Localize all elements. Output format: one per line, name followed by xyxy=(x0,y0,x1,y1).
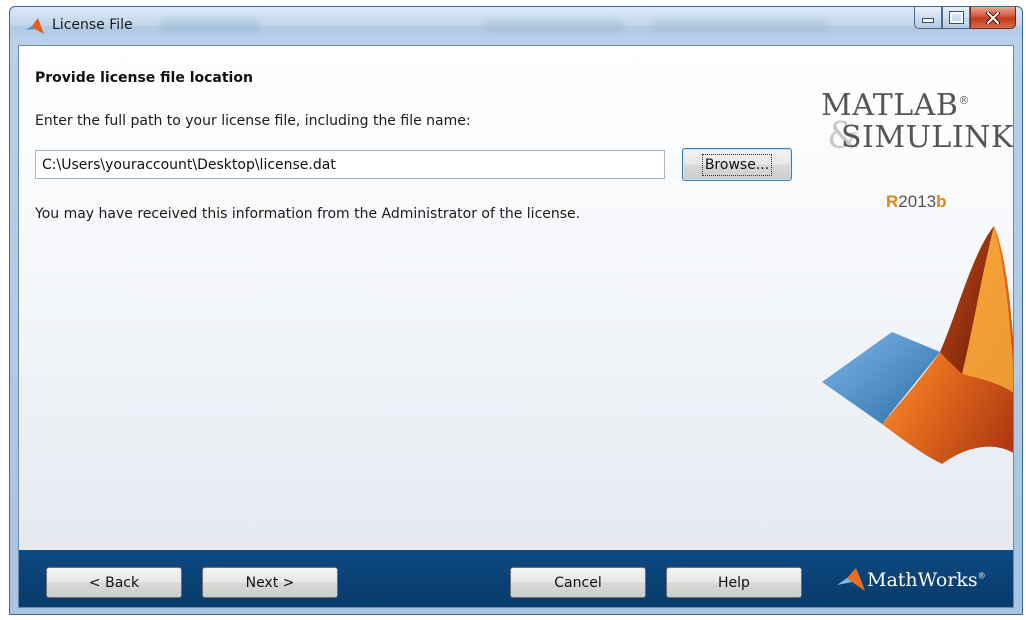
administrator-info-text: You may have received this information f… xyxy=(35,206,581,222)
minimize-icon xyxy=(922,18,934,23)
page-heading: Provide license file location xyxy=(35,70,253,86)
back-button[interactable]: < Back xyxy=(46,567,182,598)
close-button[interactable] xyxy=(970,7,1016,29)
close-icon xyxy=(986,11,1000,24)
instruction-label: Enter the full path to your license file… xyxy=(35,113,471,129)
blurred-background-text xyxy=(160,19,260,33)
blurred-background-text xyxy=(650,19,830,33)
window-controls xyxy=(914,7,1016,29)
back-button-label: < Back xyxy=(88,574,140,591)
dialog-content: Provide license file location Enter the … xyxy=(19,46,1013,550)
minimize-button[interactable] xyxy=(914,7,942,29)
help-button[interactable]: Help xyxy=(666,567,802,598)
license-path-input[interactable] xyxy=(35,150,665,179)
release-label: R2013b xyxy=(886,192,947,211)
matlab-membrane-logo xyxy=(822,226,1013,464)
browse-button[interactable]: Browse... xyxy=(682,148,792,181)
blurred-background-text xyxy=(485,19,625,33)
title-bar[interactable]: License File xyxy=(10,7,1022,45)
window-title: License File xyxy=(52,17,133,33)
mathworks-wordmark: MathWorks® xyxy=(867,569,986,591)
footer-bar: < Back Next > Cancel Help MathWorks® xyxy=(19,550,1013,607)
cancel-button[interactable]: Cancel xyxy=(510,567,646,598)
license-file-window: License File Provide license file locati… xyxy=(9,6,1023,615)
simulink-wordmark: SIMULINK® xyxy=(841,120,1014,155)
cancel-button-label: Cancel xyxy=(554,574,602,591)
maximize-icon xyxy=(948,11,964,24)
browse-button-label: Browse... xyxy=(701,153,773,176)
help-button-label: Help xyxy=(718,574,750,591)
matlab-logo-icon xyxy=(26,18,44,34)
next-button[interactable]: Next > xyxy=(202,567,338,598)
dialog-client-area: Provide license file location Enter the … xyxy=(18,45,1014,608)
maximize-button[interactable] xyxy=(942,7,970,29)
mathworks-logo-icon xyxy=(837,568,865,591)
next-button-label: Next > xyxy=(245,574,295,591)
